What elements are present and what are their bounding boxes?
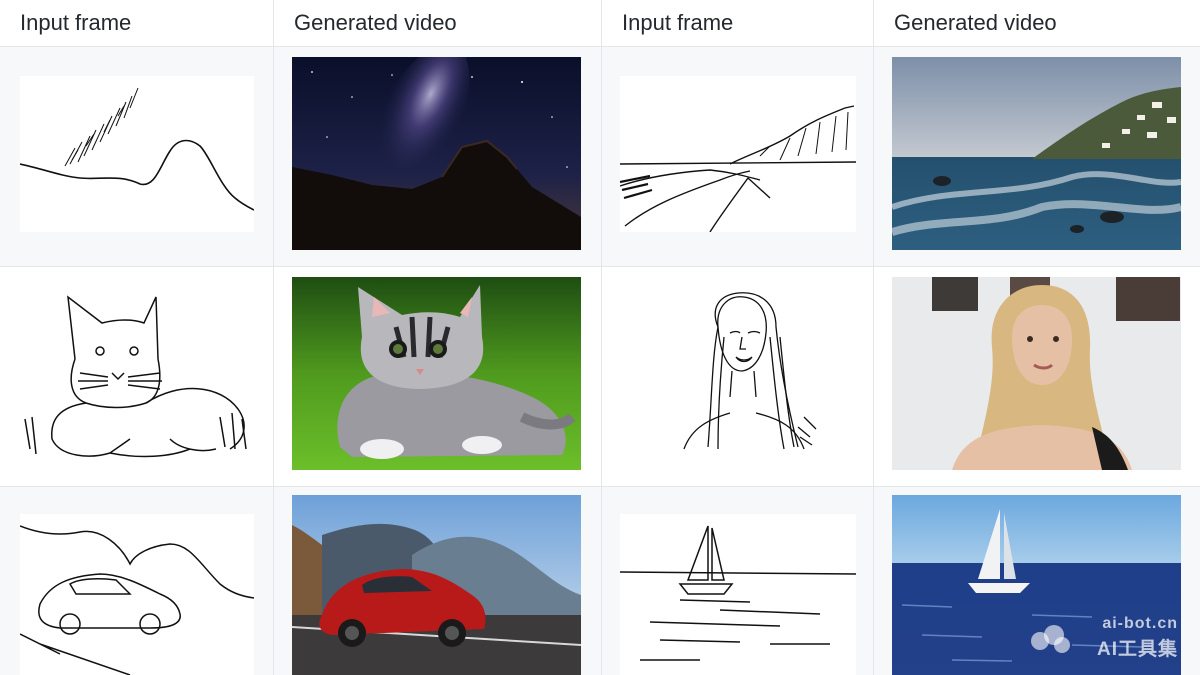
table-cell-r1c4 [874,47,1200,267]
table-cell-r1c2 [274,47,602,267]
car-sketch-icon [20,514,254,675]
table-cell-r1c3 [602,47,874,267]
night-sky-mountain-video-icon [292,57,581,250]
coast-sketch-icon [620,76,856,232]
cat-on-grass-video-icon [292,277,581,470]
table-cell-r3c1 [0,487,274,675]
woman-sketch-icon [620,277,856,470]
table-cell-r2c4 [874,267,1200,487]
mountain-sketch-icon [20,76,254,232]
table-cell-r2c3 [602,267,874,487]
header-input-frame-2: Input frame [602,0,874,47]
cat-sketch-icon [20,289,254,465]
header-input-frame-1: Input frame [0,0,274,47]
comparison-table: Input frame Generated video Input frame … [0,0,1200,675]
sailboat-sketch-icon [620,514,856,675]
header-label: Input frame [20,10,132,35]
header-label: Generated video [294,10,457,35]
header-label: Generated video [894,10,1057,35]
header-generated-video-2: Generated video [874,0,1200,47]
watermark: ai-bot.cn AI工具集 [1028,615,1178,660]
woman-speaking-video-icon [892,277,1181,470]
coast-town-video-icon [892,57,1181,250]
header-generated-video-1: Generated video [274,0,602,47]
table-cell-r1c1 [0,47,274,267]
table-cell-r3c3 [602,487,874,675]
table-cell-r2c1 [0,267,274,487]
table-cell-r2c2 [274,267,602,487]
header-label: Input frame [622,10,734,35]
watermark-name: AI工具集 [1096,639,1178,660]
table-cell-r3c2 [274,487,602,675]
watermark-domain: ai-bot.cn [1102,615,1178,632]
red-car-mountains-video-icon [292,495,581,675]
watermark-logo-icon [1031,625,1070,653]
